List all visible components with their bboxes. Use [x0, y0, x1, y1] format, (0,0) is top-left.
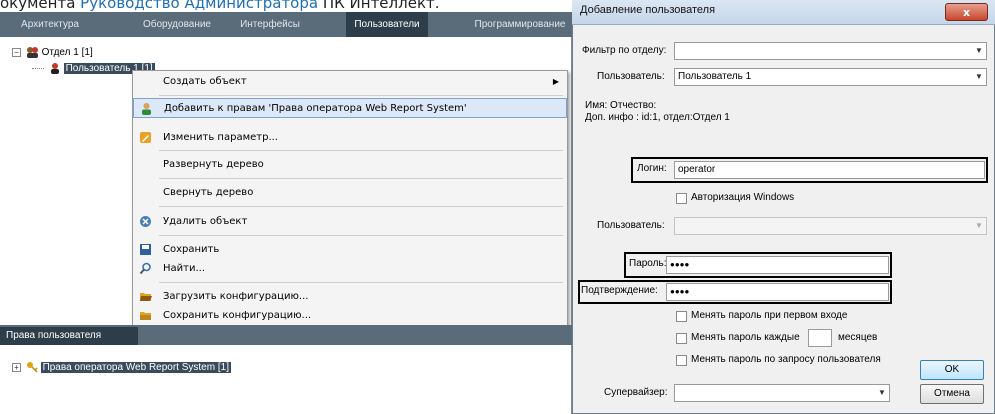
- chevron-down-icon: ▼: [975, 221, 983, 230]
- context-menu: Создать объект ▶ Добавить к правам 'Прав…: [132, 70, 568, 328]
- confirm-value: ●●●●: [670, 287, 690, 296]
- password-label: Пароль:: [629, 258, 667, 269]
- menu-label: Развернуть дерево: [163, 159, 264, 170]
- ok-button[interactable]: OK: [920, 360, 984, 380]
- menu-label: Добавить к правам 'Права оператора Web R…: [164, 103, 467, 114]
- windows-auth-label: Авторизация Windows: [691, 192, 795, 203]
- user-add-icon: [142, 103, 151, 115]
- change-request-label: Менять пароль по запросу пользователя: [691, 354, 881, 365]
- menu-item-expand-tree[interactable]: Развернуть дерево: [133, 155, 567, 175]
- chevron-down-icon: ▼: [975, 72, 983, 81]
- user-select[interactable]: Пользователь 1 ▼: [674, 68, 987, 86]
- menu-item-collapse-tree[interactable]: Свернуть дерево: [133, 183, 567, 203]
- confirm-field[interactable]: ●●●●: [666, 283, 889, 301]
- menu-item-add-to-rights[interactable]: Добавить к правам 'Права оператора Web R…: [133, 98, 567, 118]
- menu-item-edit-parameter[interactable]: Изменить параметр...: [133, 128, 567, 148]
- expand-icon[interactable]: +: [12, 362, 21, 372]
- tab-equipment[interactable]: Оборудование: [124, 12, 230, 37]
- menu-item-load-config[interactable]: Загрузить конфигурацию...: [133, 287, 567, 307]
- add-user-dialog: [572, 0, 995, 414]
- user-value: Пользователь 1: [678, 71, 752, 82]
- tab-interfaces[interactable]: Интерфейсы: [220, 12, 320, 37]
- menu-item-delete-object[interactable]: Удалить объект: [133, 212, 567, 232]
- menu-separator: [159, 95, 563, 96]
- tab-programming[interactable]: Программирование: [470, 12, 570, 37]
- menu-label: Изменить параметр...: [163, 132, 278, 143]
- key-icon: [26, 362, 38, 373]
- menu-item-find[interactable]: Найти...: [133, 259, 567, 279]
- chevron-down-icon: ▼: [975, 46, 983, 55]
- login-label: Логин:: [637, 163, 667, 174]
- menu-label: Загрузить конфигурацию...: [163, 291, 309, 302]
- tree-label-department: Отдел 1 [1]: [41, 47, 93, 58]
- months-field[interactable]: [808, 329, 832, 347]
- change-every-label: Менять пароль каждые: [691, 332, 800, 343]
- tree-label-rights: Права оператора Web Report System [1]: [40, 362, 231, 373]
- chevron-down-icon: ▼: [878, 388, 886, 397]
- tab-users[interactable]: Пользователи: [346, 12, 428, 37]
- edit-icon: [140, 132, 151, 143]
- tree-item-department[interactable]: − Отдел 1 [1]: [12, 46, 93, 60]
- months-label: месяцев: [838, 332, 878, 343]
- supervisor-label: Супервайзер:: [604, 387, 668, 398]
- tree-connector: [32, 67, 44, 69]
- change-first-label: Менять пароль при первом входе: [691, 310, 848, 321]
- cancel-button[interactable]: Отмена: [920, 384, 984, 404]
- search-icon: [139, 262, 151, 275]
- change-every-checkbox[interactable]: [676, 333, 687, 344]
- menu-item-create-object[interactable]: Создать объект ▶: [133, 72, 567, 92]
- change-request-checkbox[interactable]: [676, 355, 687, 366]
- windows-auth-checkbox[interactable]: [676, 193, 687, 204]
- change-first-checkbox[interactable]: [676, 311, 687, 322]
- menu-label: Свернуть дерево: [163, 187, 254, 198]
- user-label: Пользователь:: [597, 71, 665, 82]
- collapse-icon[interactable]: −: [12, 47, 21, 57]
- dialog-title: Добавление пользователя: [580, 4, 716, 16]
- menu-separator: [159, 206, 563, 207]
- close-button[interactable]: x: [945, 3, 988, 21]
- menu-separator: [159, 282, 563, 283]
- tree-item-rights[interactable]: + Права оператора Web Report System [1]: [12, 361, 231, 375]
- menu-label: Сохранить конфигурацию...: [163, 310, 312, 321]
- caption-prefix: окумента: [0, 0, 81, 12]
- users-group-icon: [26, 47, 38, 59]
- folder-open-icon: [140, 293, 152, 301]
- info-extra: Доп. инфо : id:1, отдел:Отдел 1: [585, 112, 730, 123]
- menu-label: Создать объект: [163, 76, 247, 87]
- menu-item-save[interactable]: Сохранить: [133, 240, 567, 260]
- tab-user-rights[interactable]: Права пользователя: [0, 327, 138, 345]
- confirm-label: Подтверждение:: [581, 285, 658, 296]
- folder-save-icon: [140, 312, 151, 320]
- user2-label: Пользователь:: [597, 220, 665, 231]
- caption-link[interactable]: Руководство Администратора: [80, 0, 318, 12]
- info-name: Имя: Отчество:: [585, 100, 657, 111]
- department-filter-select[interactable]: ▼: [674, 42, 987, 60]
- password-value: ●●●●: [670, 260, 690, 269]
- filter-label: Фильтр по отделу:: [582, 45, 667, 56]
- caption-suffix: ПК Интеллект.: [318, 0, 440, 12]
- menu-separator: [159, 178, 563, 179]
- password-field[interactable]: ●●●●: [666, 256, 889, 274]
- menu-label: Сохранить: [163, 244, 220, 255]
- save-icon: [140, 244, 151, 255]
- user-icon: [50, 63, 59, 75]
- windows-user-select[interactable]: ▼: [674, 217, 987, 235]
- tab-bar: Архитектура Оборудование Интерфейсы Поль…: [0, 12, 572, 37]
- tab-architecture[interactable]: Архитектура: [0, 12, 100, 37]
- submenu-arrow-icon: ▶: [552, 77, 559, 86]
- supervisor-select[interactable]: ▼: [674, 384, 890, 402]
- menu-label: Найти...: [163, 263, 206, 274]
- login-field[interactable]: operator: [674, 161, 985, 179]
- menu-label: Удалить объект: [163, 216, 248, 227]
- delete-icon: [140, 216, 151, 227]
- menu-separator: [159, 235, 563, 236]
- login-value: operator: [678, 164, 716, 175]
- menu-item-save-config[interactable]: Сохранить конфигурацию...: [133, 306, 567, 326]
- menu-separator: [159, 150, 563, 151]
